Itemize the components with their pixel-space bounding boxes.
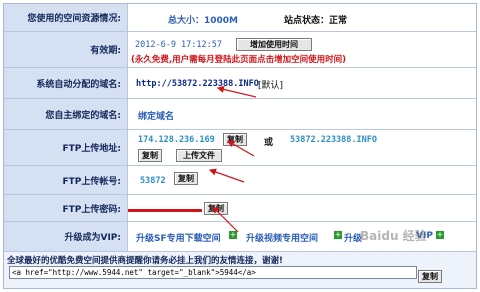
total-size: 总大小：1000M bbox=[168, 16, 239, 26]
resource-panel: 您使用的空间资源情况: 总大小：1000M 站点状态：正常 有效期: 2012-… bbox=[3, 3, 477, 289]
ftp-user-value: 53872 复制 bbox=[128, 166, 476, 194]
auto-domain-link[interactable]: http://53872.223388.INFO bbox=[136, 79, 259, 89]
plus-icon: + bbox=[436, 230, 444, 239]
ftp-pass-label: FTP上传密码: bbox=[4, 195, 128, 221]
bound-domain-label: 您自主绑定的域名: bbox=[4, 99, 128, 129]
upload-file-button[interactable]: 上传文件 bbox=[176, 149, 222, 162]
plus-icon: + bbox=[334, 230, 342, 239]
copy-user-button[interactable]: 复制 bbox=[174, 172, 198, 185]
link-code-input[interactable] bbox=[9, 266, 417, 279]
add-time-button[interactable]: 增加使用时间 bbox=[236, 38, 312, 51]
bind-domain-link[interactable]: 绑定域名 bbox=[138, 109, 174, 122]
ftp-address-label: FTP上传地址: bbox=[4, 130, 128, 165]
bound-domain-value: 绑定域名 bbox=[128, 99, 476, 129]
resource-header-row: 您使用的空间资源情况: 总大小：1000M 站点状态：正常 bbox=[4, 4, 476, 32]
auto-domain-value: http://53872.223388.INFO [默认] bbox=[128, 68, 476, 98]
resource-header-label: 您使用的空间资源情况: bbox=[4, 4, 128, 31]
ftp-username: 53872 bbox=[140, 176, 166, 186]
baidu-watermark: Baidu 经验 bbox=[360, 229, 427, 243]
resource-header-value: 总大小：1000M 站点状态：正常 bbox=[128, 4, 476, 31]
upgrade-value: 升级SF专用下载空间 + 升级视频专用空间 + 升级 VIP + Baidu 经… bbox=[128, 222, 476, 251]
plus-icon: + bbox=[229, 230, 237, 239]
copy-ip-button[interactable]: 复制 bbox=[223, 133, 247, 146]
validity-row: 有效期: 2012-6-9 17:12:57 增加使用时间 (永久免费,用户需每… bbox=[4, 32, 476, 68]
ftp-address-row: FTP上传地址: 174.128.236.169 复制 或 53872.2233… bbox=[4, 130, 476, 166]
upgrade-video-link[interactable]: 升级视频专用空间 bbox=[246, 231, 318, 244]
default-tag: [默认] bbox=[258, 81, 284, 91]
copy-host-button[interactable]: 复制 bbox=[138, 149, 162, 162]
ftp-user-row: FTP上传帐号: 53872 复制 bbox=[4, 166, 476, 195]
or-text: 或 bbox=[264, 138, 274, 148]
copy-code-button[interactable]: 复制 bbox=[418, 270, 442, 283]
ftp-host: 53872.223388.INFO bbox=[290, 135, 377, 145]
ftp-pass-row: FTP上传密码: 复制 bbox=[4, 195, 476, 222]
auto-domain-row: 系统自动分配的域名: http://53872.223388.INFO [默认] bbox=[4, 68, 476, 99]
validity-date: 2012-6-9 17:12:57 bbox=[135, 40, 222, 50]
copy-pass-button[interactable]: 复制 bbox=[204, 202, 228, 215]
site-status: 站点状态：正常 bbox=[284, 16, 348, 26]
ftp-ip: 174.128.236.169 bbox=[138, 135, 215, 145]
ftp-address-value: 174.128.236.169 复制 或 53872.223388.INFO 复… bbox=[128, 130, 476, 165]
ftp-pass-value: 复制 bbox=[128, 195, 476, 221]
footer-notice: 全球最好的优酷免费空间提供商提醒你请务必挂上我们的友情连接，谢谢! bbox=[7, 256, 283, 266]
validity-notice: (永久免费,用户需每月登陆此页面点击增加空间使用时间) bbox=[131, 55, 347, 65]
validity-value: 2012-6-9 17:12:57 增加使用时间 (永久免费,用户需每月登陆此页… bbox=[128, 32, 476, 67]
password-redacted bbox=[128, 209, 202, 212]
upgrade-sf-link[interactable]: 升级SF专用下载空间 bbox=[136, 231, 221, 244]
bound-domain-row: 您自主绑定的域名: 绑定域名 bbox=[4, 99, 476, 130]
ftp-user-label: FTP上传帐号: bbox=[4, 166, 128, 194]
validity-label: 有效期: bbox=[4, 32, 128, 67]
upgrade-row: 升级成为VIP: 升级SF专用下载空间 + 升级视频专用空间 + 升级 VIP … bbox=[4, 222, 476, 252]
auto-domain-label: 系统自动分配的域名: bbox=[4, 68, 128, 98]
upgrade-label: 升级成为VIP: bbox=[4, 222, 128, 251]
